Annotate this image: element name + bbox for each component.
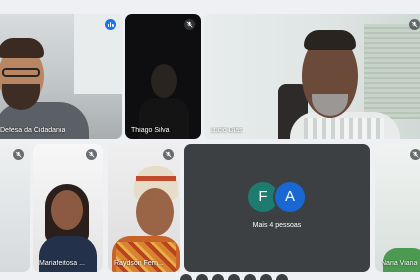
participant-name: Naria Viana	[381, 260, 418, 267]
mic-muted-icon	[86, 149, 97, 160]
control-button[interactable]	[276, 274, 288, 280]
control-button[interactable]	[260, 274, 272, 280]
participant-name: Lucio Dias	[210, 127, 243, 134]
shirt-pattern	[116, 242, 176, 272]
participant-name: Thiago Silva	[131, 127, 170, 134]
speaking-indicator-icon	[105, 19, 116, 30]
control-button[interactable]	[244, 274, 256, 280]
participant-tile[interactable]: Naria Viana	[375, 144, 420, 272]
control-button[interactable]	[212, 274, 224, 280]
participant-name: Defesa da Cidadania	[0, 127, 66, 134]
mic-muted-icon	[410, 149, 420, 160]
person-head	[151, 64, 177, 98]
participant-name: Mariafeitosa ...	[39, 260, 85, 267]
person-hair	[304, 30, 356, 50]
person-head	[136, 188, 174, 236]
mic-muted-icon	[13, 149, 24, 160]
participant-name: Raydson Fern...	[114, 260, 164, 267]
control-button[interactable]	[180, 274, 192, 280]
participant-tile[interactable]: Mariafeitosa ...	[33, 144, 103, 272]
participant-tile[interactable]: Lucio Dias	[204, 14, 420, 139]
person-hair	[0, 38, 44, 58]
participant-tile[interactable]	[0, 144, 30, 272]
participant-avatar-f: F	[248, 182, 278, 212]
glasses	[2, 68, 40, 77]
mic-muted-icon	[184, 19, 195, 30]
shirt-stripes	[304, 118, 384, 139]
participant-tile[interactable]: Thiago Silva	[125, 14, 201, 139]
head-wrap-stripe	[136, 176, 176, 181]
control-button[interactable]	[228, 274, 240, 280]
window-blinds	[364, 24, 420, 119]
more-participants-tile[interactable]: F A Mais 4 pessoas	[184, 144, 370, 272]
room-wall	[0, 144, 30, 272]
meeting-grid: Defesa da Cidadania Thiago Silva Lucio D…	[0, 0, 420, 280]
participant-tile[interactable]: Raydson Fern...	[108, 144, 180, 272]
participant-avatar-a: A	[275, 182, 305, 212]
control-button[interactable]	[196, 274, 208, 280]
person-head	[51, 190, 83, 230]
participant-tile[interactable]: Defesa da Cidadania	[0, 14, 122, 139]
more-participants-label: Mais 4 pessoas	[252, 222, 302, 229]
mic-muted-icon	[409, 19, 420, 30]
mic-muted-icon	[163, 149, 174, 160]
